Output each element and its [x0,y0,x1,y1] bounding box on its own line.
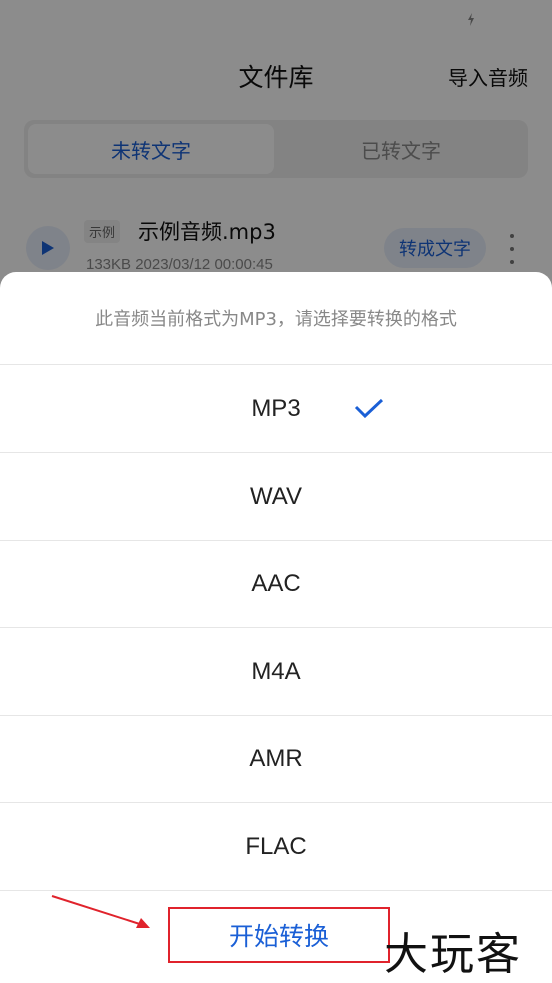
annotation-arrow-icon [51,895,150,928]
format-option-m4a[interactable]: M4A [0,628,552,716]
option-label: M4A [251,657,301,685]
watermark-logo: 大玩客 [384,929,522,980]
option-label: AAC [251,569,301,597]
format-option-wav[interactable]: WAV [0,453,552,541]
format-hint: 此音频当前格式为MP3，请选择要转换的格式 [0,272,552,365]
checkmark-icon [354,398,384,418]
format-option-amr[interactable]: AMR [0,715,552,803]
option-label: WAV [250,482,302,510]
format-option-aac[interactable]: AAC [0,540,552,628]
format-bottom-sheet: 此音频当前格式为MP3，请选择要转换的格式 MP3 WAV AAC M4A AM… [0,272,552,983]
format-option-flac[interactable]: FLAC [0,803,552,891]
option-label: AMR [249,744,303,772]
format-option-mp3[interactable]: MP3 [0,365,552,453]
start-conversion-button[interactable]: 开始转换 [168,907,390,963]
option-label: MP3 [251,394,301,422]
option-label: FLAC [245,832,307,860]
